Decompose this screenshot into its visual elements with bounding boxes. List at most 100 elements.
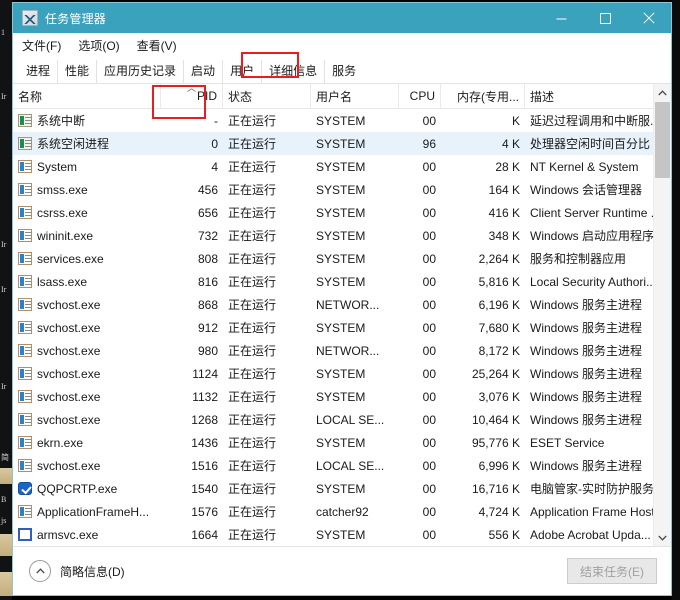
table-row[interactable]: lsass.exe 816 正在运行 SYSTEM 00 5,816 K Local Sec…: [13, 270, 671, 293]
table-row[interactable]: svchost.exe 980 正在运行 NETWOR... 00 8,172 K Wind…: [13, 339, 671, 362]
tab-users[interactable]: 用户: [222, 60, 261, 83]
tab-processes[interactable]: 进程: [19, 60, 57, 83]
cell-cpu: 00: [422, 481, 436, 496]
cell-desc: Windows 会话管理器: [530, 183, 643, 197]
cell-name: ekrn.exe: [13, 431, 161, 454]
process-name-label: svchost.exe: [37, 343, 101, 358]
cell-status: 正在运行: [228, 436, 277, 450]
column-header-user[interactable]: 用户名: [311, 84, 399, 108]
cell-mem: 28 K: [495, 159, 520, 174]
cell-user: SYSTEM: [316, 366, 366, 381]
process-name-label: armsvc.exe: [37, 527, 99, 542]
menu-item-view[interactable]: 查看(V): [137, 35, 185, 56]
table-row[interactable]: svchost.exe 1124 正在运行 SYSTEM 00 25,264 K Windo…: [13, 362, 671, 385]
cell-mem: 16,716 K: [471, 481, 520, 496]
scroll-up-button[interactable]: [654, 84, 671, 101]
cell-name: svchost.exe: [13, 293, 161, 316]
cell-cpu: 00: [422, 320, 436, 335]
cell-user: SYSTEM: [316, 251, 366, 266]
shield-icon: [18, 482, 32, 495]
table-row[interactable]: svchost.exe 1132 正在运行 SYSTEM 00 3,076 K Window…: [13, 385, 671, 408]
end-task-button[interactable]: 结束任务(E): [567, 558, 657, 584]
table-row[interactable]: 系统中断 - 正在运行 SYSTEM 00 K 延迟过程调用和中断服...: [13, 109, 671, 132]
column-header-cpu[interactable]: CPU: [399, 84, 441, 108]
cell-desc: Windows 服务主进程: [530, 298, 643, 312]
table-row[interactable]: armsvc.exe 1664 正在运行 SYSTEM 00 556 K Adobe Acr…: [13, 523, 671, 546]
process-list-scrollbar[interactable]: [653, 84, 671, 546]
tab-services[interactable]: 服务: [324, 60, 363, 83]
cell-mem: 8,172 K: [478, 343, 520, 358]
column-header-pid[interactable]: ︿ PID: [161, 84, 223, 108]
table-row[interactable]: smss.exe 456 正在运行 SYSTEM 00 164 K Windows 会话管理…: [13, 178, 671, 201]
cell-name: csrss.exe: [13, 201, 161, 224]
cell-user: SYSTEM: [316, 182, 366, 197]
close-button[interactable]: [627, 3, 671, 33]
tab-app-history[interactable]: 应用历史记录: [96, 60, 183, 83]
process-name-label: services.exe: [37, 251, 104, 266]
column-header-memory[interactable]: 内存(专用...: [441, 84, 525, 108]
cell-mem: 556 K: [488, 527, 520, 542]
process-name-label: 系统空闲进程: [37, 137, 110, 151]
cell-status: 正在运行: [228, 482, 277, 496]
cell-desc: Windows 服务主进程: [530, 459, 643, 473]
table-row[interactable]: svchost.exe 1268 正在运行 LOCAL SE... 00 10,464 K…: [13, 408, 671, 431]
cell-pid: 816: [197, 274, 218, 289]
cell-cpu: 00: [422, 458, 436, 473]
cell-user: SYSTEM: [316, 320, 366, 335]
cell-pid: 1576: [191, 504, 218, 519]
table-row[interactable]: ApplicationFrameH... 1576 正在运行 catcher92 00 4…: [13, 500, 671, 523]
cell-desc: Windows 服务主进程: [530, 321, 643, 335]
exe-icon: [18, 321, 32, 334]
exe-icon: [18, 413, 32, 426]
cell-status: 正在运行: [228, 252, 277, 266]
table-row[interactable]: svchost.exe 912 正在运行 SYSTEM 00 7,680 K Windows…: [13, 316, 671, 339]
cell-name: wininit.exe: [13, 224, 161, 247]
cell-name: 系统空闲进程: [13, 132, 161, 155]
cell-mem: 164 K: [488, 182, 520, 197]
scroll-down-button[interactable]: [654, 529, 671, 546]
menu-item-file[interactable]: 文件(F): [22, 35, 69, 56]
scrollbar-thumb[interactable]: [655, 102, 670, 178]
table-row[interactable]: System 4 正在运行 SYSTEM 00 28 K NT Kernel & Syste…: [13, 155, 671, 178]
tab-startup[interactable]: 启动: [183, 60, 222, 83]
fewer-details-toggle[interactable]: 简略信息(D): [29, 560, 125, 582]
tab-details[interactable]: 详细信息: [261, 60, 324, 83]
cell-pid: 656: [197, 205, 218, 220]
column-header-name[interactable]: 名称: [13, 84, 161, 108]
exe-icon: [18, 459, 32, 472]
table-row[interactable]: wininit.exe 732 正在运行 SYSTEM 00 348 K Windows 启…: [13, 224, 671, 247]
cell-name: smss.exe: [13, 178, 161, 201]
cell-cpu: 00: [422, 297, 436, 312]
table-row[interactable]: ekrn.exe 1436 正在运行 SYSTEM 00 95,776 K ESET Ser…: [13, 431, 671, 454]
table-row[interactable]: 系统空闲进程 0 正在运行 SYSTEM 96 4 K 处理器空闲时间百分比: [13, 132, 671, 155]
cell-name: armsvc.exe: [13, 523, 161, 546]
cell-user: SYSTEM: [316, 389, 366, 404]
taskmanager-icon: [22, 10, 38, 26]
cell-pid: 808: [197, 251, 218, 266]
cell-desc: NT Kernel & System: [530, 159, 639, 174]
table-row[interactable]: csrss.exe 656 正在运行 SYSTEM 00 416 K Client Serv…: [13, 201, 671, 224]
table-row[interactable]: svchost.exe 868 正在运行 NETWOR... 00 6,196 K Wind…: [13, 293, 671, 316]
cell-desc: 电脑管家-实时防护服务: [530, 482, 654, 496]
cell-status: 正在运行: [228, 275, 277, 289]
minimize-button[interactable]: [539, 3, 583, 33]
process-name-label: ekrn.exe: [37, 435, 84, 450]
chevron-up-icon: [658, 89, 667, 95]
cell-mem: 7,680 K: [478, 320, 520, 335]
cell-cpu: 96: [422, 136, 436, 151]
cell-user: SYSTEM: [316, 481, 366, 496]
chevron-down-icon: [658, 535, 667, 541]
cell-desc: Application Frame Host: [530, 504, 655, 519]
column-header-status[interactable]: 状态: [223, 84, 311, 108]
cell-pid: -: [214, 113, 218, 128]
tab-performance[interactable]: 性能: [57, 60, 96, 83]
column-header-description[interactable]: 描述: [525, 84, 655, 108]
menu-item-options[interactable]: 选项(O): [78, 35, 127, 56]
maximize-button[interactable]: [583, 3, 627, 33]
table-row[interactable]: svchost.exe 1516 正在运行 LOCAL SE... 00 6,996 K W…: [13, 454, 671, 477]
table-row[interactable]: QQPCRTP.exe 1540 正在运行 SYSTEM 00 16,716 K 电脑管家-…: [13, 477, 671, 500]
table-row[interactable]: services.exe 808 正在运行 SYSTEM 00 2,264 K 服务和控制器…: [13, 247, 671, 270]
cell-status: 正在运行: [228, 114, 277, 128]
cell-user: SYSTEM: [316, 274, 366, 289]
cell-desc: 处理器空闲时间百分比: [530, 137, 651, 151]
